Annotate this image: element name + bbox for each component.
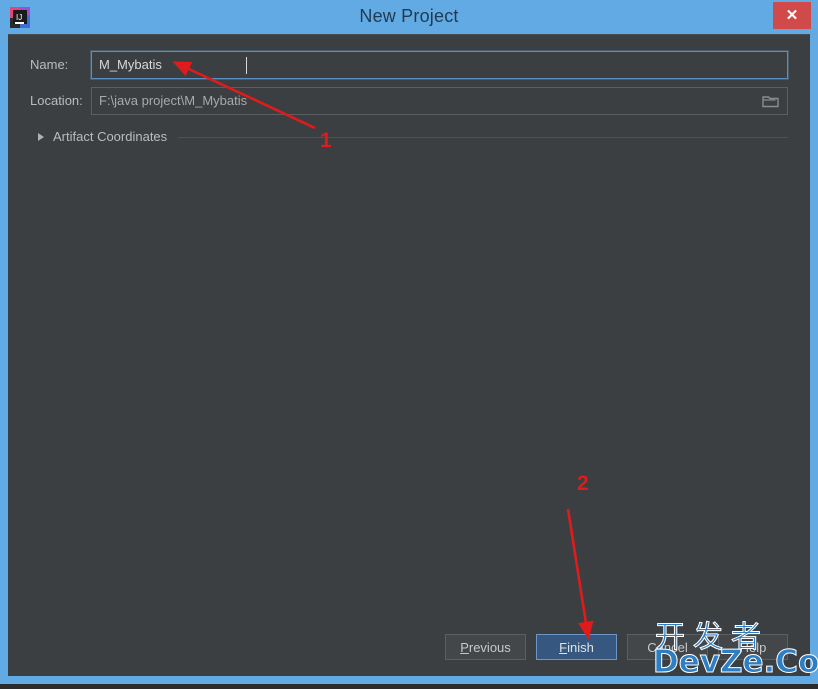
dialog-button-bar: Previous Finish Cancel Help bbox=[8, 628, 810, 668]
cancel-button[interactable]: Cancel bbox=[627, 634, 708, 660]
location-input[interactable]: F:\java project\M_Mybatis bbox=[91, 87, 788, 115]
location-row: Location: F:\java project\M_Mybatis bbox=[8, 87, 810, 117]
section-separator bbox=[178, 137, 788, 138]
triangle-right-icon[interactable] bbox=[38, 133, 44, 141]
name-label: Name: bbox=[30, 57, 69, 72]
dialog-body: Name: M_Mybatis Location: F:\java projec… bbox=[8, 34, 810, 676]
finish-button-mnemonic: F bbox=[559, 640, 568, 655]
finish-button[interactable]: Finish bbox=[536, 634, 617, 660]
name-input-value: M_Mybatis bbox=[99, 57, 162, 72]
previous-button[interactable]: Previous bbox=[445, 634, 526, 660]
window-title: New Project bbox=[359, 6, 459, 26]
title-bar: IJ New Project ✕ bbox=[0, 0, 818, 34]
artifact-coordinates-section[interactable]: Artifact Coordinates bbox=[8, 127, 810, 149]
location-label: Location: bbox=[30, 93, 83, 108]
folder-icon[interactable] bbox=[762, 94, 779, 108]
previous-button-mnemonic: P bbox=[460, 640, 469, 655]
text-caret bbox=[246, 57, 247, 74]
name-row: Name: M_Mybatis bbox=[8, 51, 810, 81]
name-input[interactable]: M_Mybatis bbox=[91, 51, 788, 79]
artifact-coordinates-label: Artifact Coordinates bbox=[53, 129, 168, 144]
close-button[interactable]: ✕ bbox=[773, 2, 811, 29]
help-button[interactable]: Help bbox=[718, 634, 788, 660]
finish-button-label: inish bbox=[567, 640, 594, 655]
previous-button-label: revious bbox=[468, 640, 511, 655]
new-project-window: IJ New Project ✕ Name: M_Mybatis Locatio… bbox=[0, 0, 818, 684]
location-input-value: F:\java project\M_Mybatis bbox=[99, 93, 248, 108]
